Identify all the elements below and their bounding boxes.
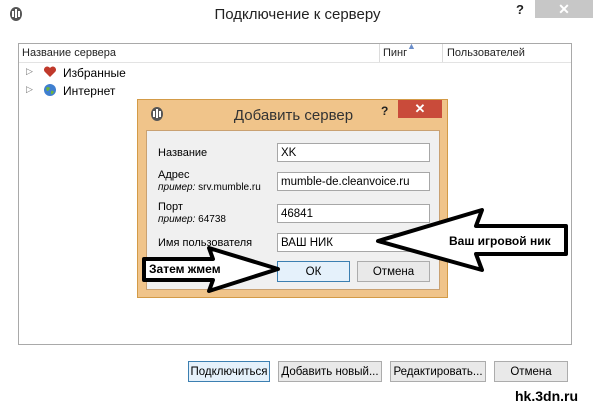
nick-annotation: Ваш игровой ник (449, 234, 551, 248)
annotation-arrows (142, 208, 568, 293)
watermark: hk.3dn.ru (515, 388, 579, 404)
press-annotation: Затем жмем (149, 262, 221, 276)
